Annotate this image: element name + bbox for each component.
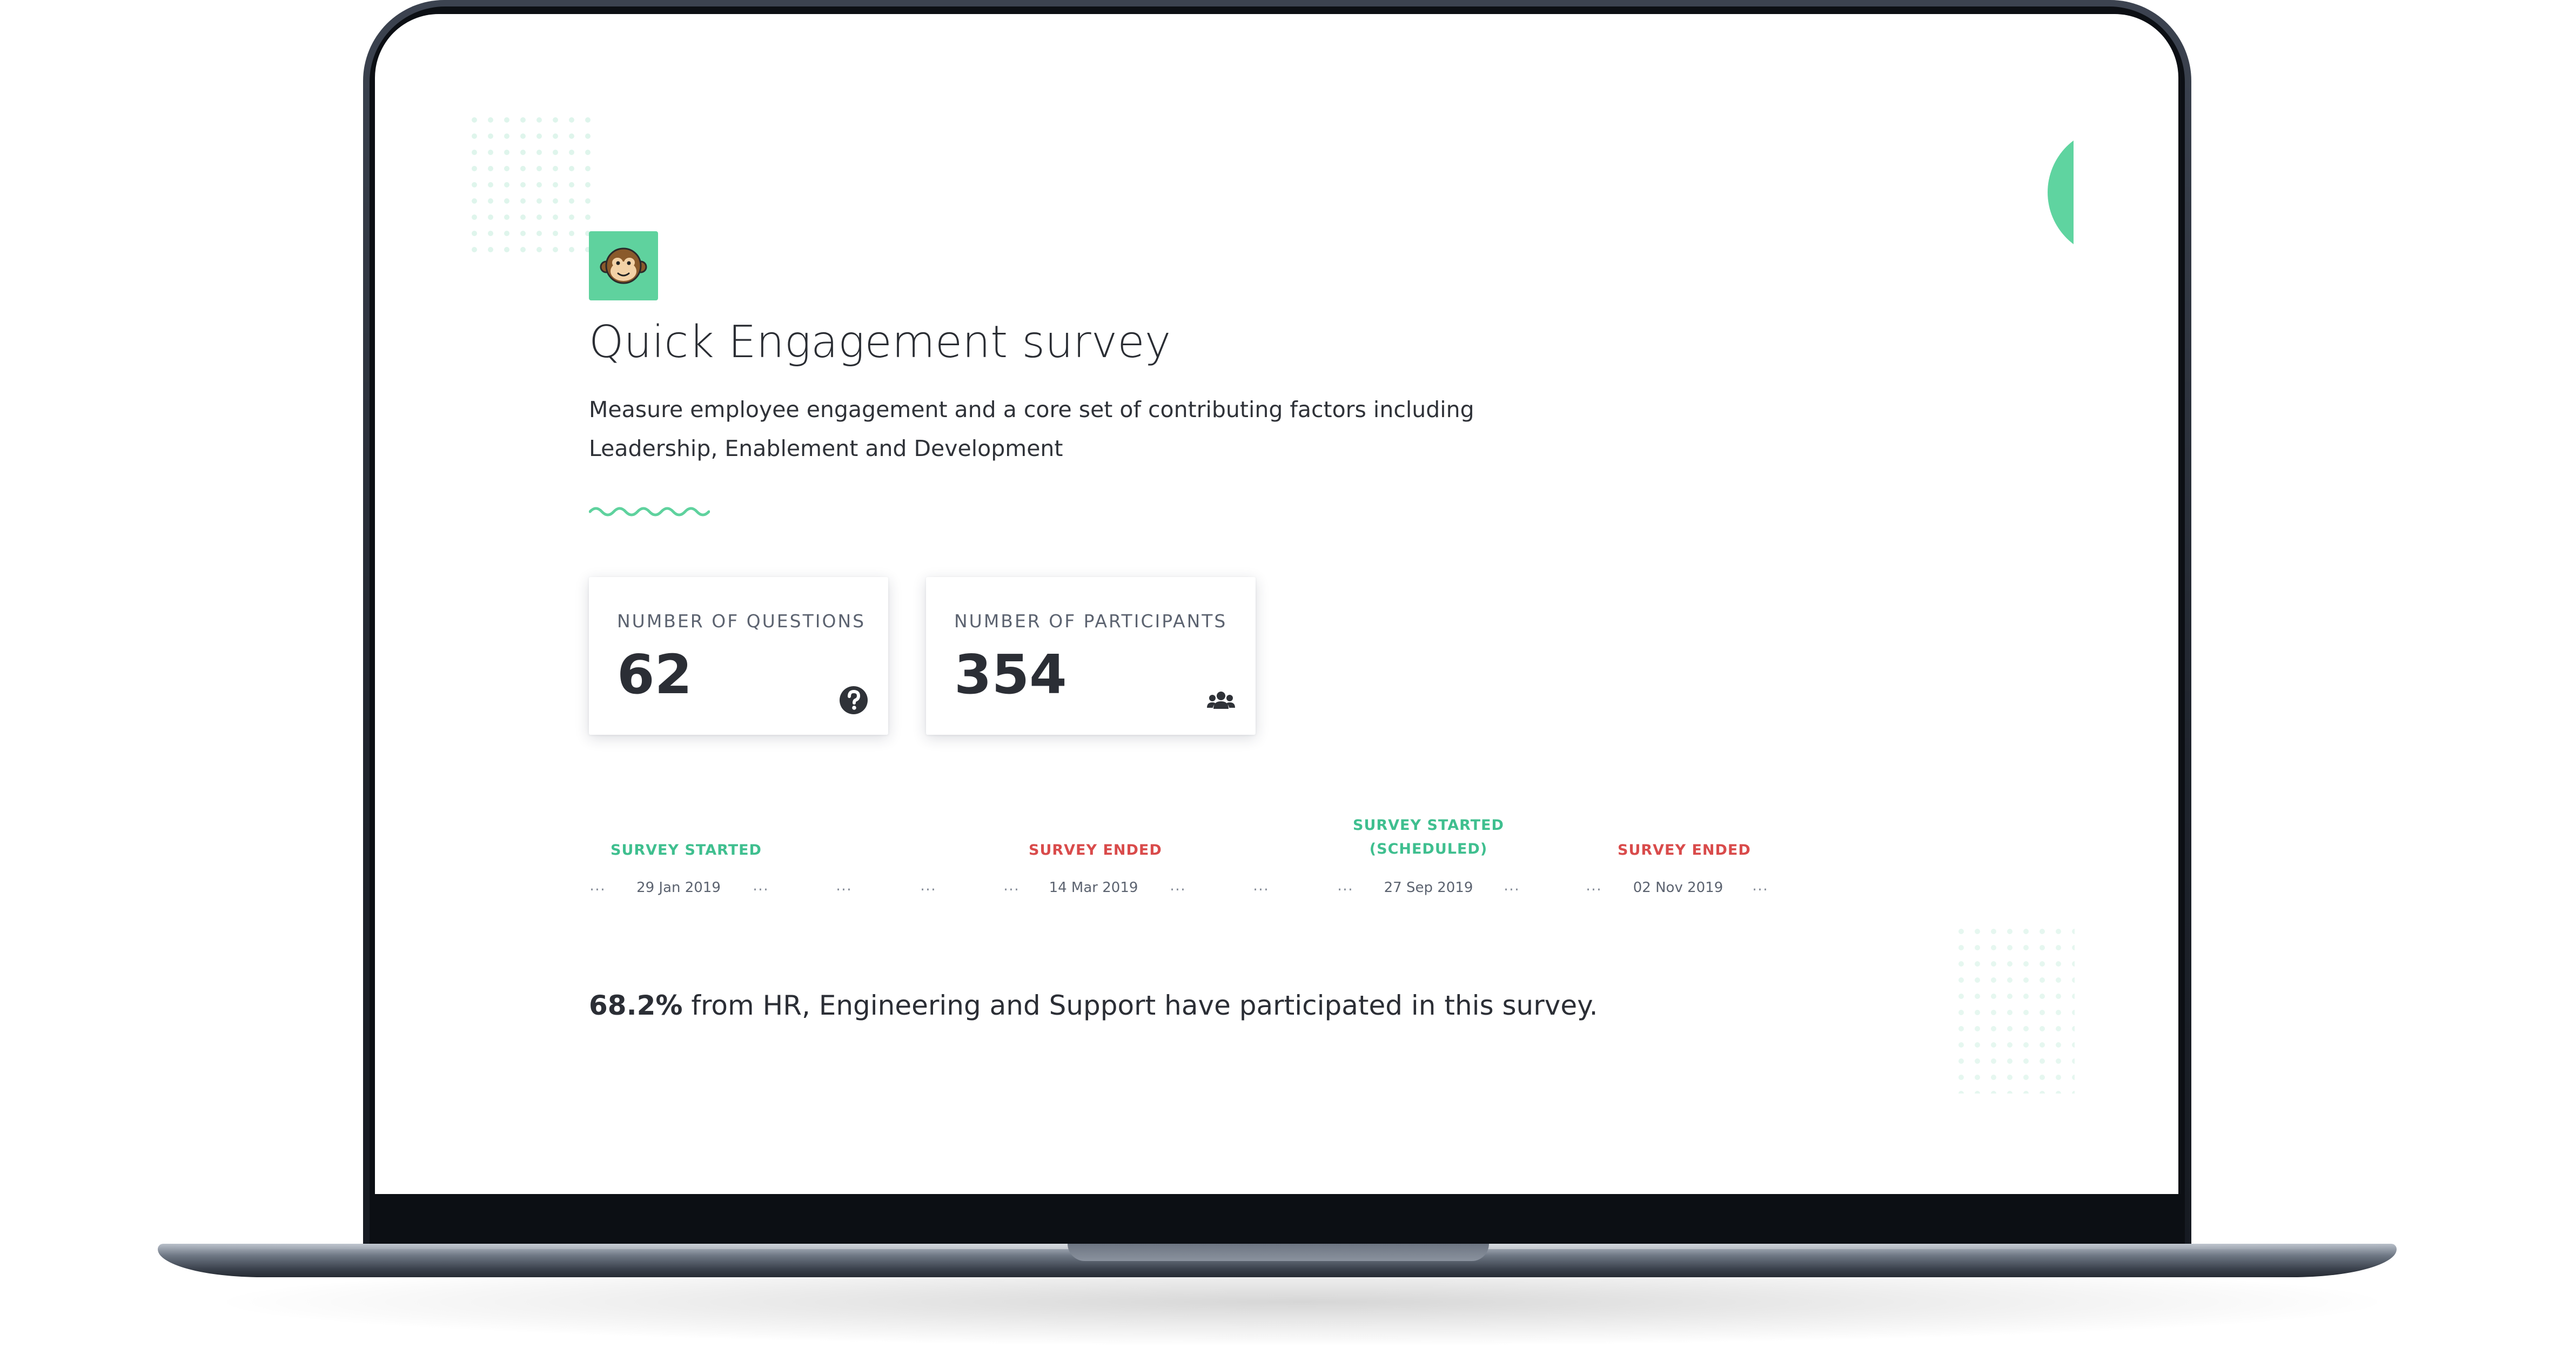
timeline-label-line: SURVEY ENDED (1029, 842, 1162, 859)
timeline-label: SURVEY STARTED (SCHEDULED) (1353, 814, 1504, 861)
monkey-face-icon (600, 247, 647, 284)
dot-grid-decoration (470, 116, 600, 256)
users-icon (1207, 692, 1235, 709)
question-circle-icon (840, 686, 868, 714)
timeline-label: SURVEY ENDED (1618, 839, 1751, 862)
stat-value: 62 (617, 643, 693, 706)
timeline-label-line: SURVEY STARTED (1353, 817, 1504, 834)
timeline-label-line: SURVEY STARTED (611, 842, 762, 859)
timeline-ellipsis: ... (1504, 876, 1520, 894)
page-title: Quick Engagement survey (589, 317, 1171, 368)
laptop-screen: Quick Engagement survey Measure employee… (375, 14, 2178, 1194)
laptop-notch (1068, 1244, 1489, 1261)
timeline-label-line: SURVEY ENDED (1618, 842, 1751, 859)
timeline-ellipsis: ... (1752, 876, 1768, 894)
stat-label: NUMBER OF QUESTIONS (617, 611, 866, 632)
participants-stat-card: NUMBER OF PARTICIPANTS 354 (926, 577, 1256, 735)
timeline-label: SURVEY ENDED (1029, 839, 1162, 862)
timeline-date: 14 Mar 2019 (1049, 880, 1138, 896)
survey-description: Measure employee engagement and a core s… (589, 390, 1507, 468)
description-line: Measure employee engagement and a core s… (589, 397, 1474, 423)
description-line: Leadership, Enablement and Development (589, 435, 1063, 461)
participation-percent: 68.2% (589, 990, 683, 1021)
stat-value: 354 (954, 643, 1067, 706)
questions-stat-card: NUMBER OF QUESTIONS 62 (589, 577, 888, 735)
timeline-ellipsis: ... (1586, 876, 1602, 894)
accent-mask (2074, 111, 2178, 273)
timeline-ellipsis: ... (836, 876, 852, 894)
timeline-ellipsis: ... (753, 876, 769, 894)
timeline-date: 29 Jan 2019 (636, 880, 721, 896)
squiggle-divider (589, 507, 710, 517)
timeline-ellipsis: ... (1337, 876, 1353, 894)
timeline-ellipsis: ... (920, 876, 936, 894)
participation-summary: 68.2% from HR, Engineering and Support h… (589, 990, 1598, 1021)
timeline-ellipsis: ... (1253, 876, 1269, 894)
timeline-date: 02 Nov 2019 (1633, 880, 1723, 896)
dot-grid-decoration (1957, 927, 2075, 1094)
timeline-ellipsis: ... (589, 876, 606, 894)
timeline-ellipsis: ... (1003, 876, 1019, 894)
timeline-label: SURVEY STARTED (611, 839, 762, 862)
timeline-label-line: (SCHEDULED) (1369, 841, 1488, 857)
stat-label: NUMBER OF PARTICIPANTS (954, 611, 1227, 632)
survey-logo (589, 231, 658, 300)
participation-text: from HR, Engineering and Support have pa… (682, 990, 1598, 1021)
timeline-date: 27 Sep 2019 (1384, 880, 1473, 896)
timeline-ellipsis: ... (1170, 876, 1186, 894)
